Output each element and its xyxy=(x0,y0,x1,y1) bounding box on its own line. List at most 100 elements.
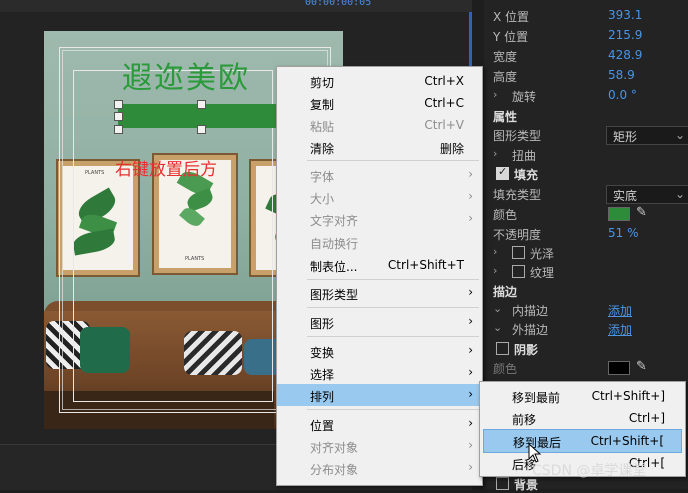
row-twist: › 扭曲 xyxy=(484,145,688,164)
top-toolbar: 00:00:00:05 xyxy=(0,0,472,12)
shadow-header: 阴影 xyxy=(514,343,539,357)
resize-handle[interactable] xyxy=(114,112,123,121)
menu-item-transform[interactable]: 变换 › xyxy=(277,340,482,362)
x-position-value[interactable]: 393.1 xyxy=(608,8,642,22)
shadow-checkbox[interactable] xyxy=(496,342,509,355)
chevron-down-icon: ⌄ xyxy=(674,187,685,201)
menu-item-shortcut: Ctrl+X xyxy=(424,74,464,88)
width-value[interactable]: 428.9 xyxy=(608,48,642,62)
menu-item-font[interactable]: 字体 › xyxy=(277,164,482,186)
hint-text[interactable]: 右键放置后方 xyxy=(115,155,217,180)
menu-item-word-wrap[interactable]: 自动换行 xyxy=(277,231,482,253)
submenu-item-bring-forward[interactable]: 前移 Ctrl+] xyxy=(480,407,685,429)
menu-item-select[interactable]: 选择 › xyxy=(277,362,482,384)
menu-item-label: 图形类型 xyxy=(310,288,359,302)
fill-checkbox[interactable] xyxy=(496,165,509,180)
shadow-color-label: 颜色 xyxy=(493,362,518,376)
background-checkbox[interactable] xyxy=(496,477,509,490)
chevron-down-icon: ⌄ xyxy=(674,128,685,142)
chevron-down-icon[interactable]: ⌄ xyxy=(493,321,502,334)
texture-checkbox[interactable] xyxy=(512,265,525,278)
menu-item-copy[interactable]: 复制 Ctrl+C xyxy=(277,92,482,114)
row-shadow-color: 颜色 ✎ xyxy=(484,358,688,377)
fill-type-value: 实底 xyxy=(613,189,638,203)
menu-item-label: 剪切 xyxy=(310,76,335,90)
menu-item-distribute-objects[interactable]: 分布对象 › xyxy=(277,457,482,479)
y-position-label: Y 位置 xyxy=(493,30,529,44)
chevron-right-icon: › xyxy=(468,387,473,401)
chevron-right-icon[interactable]: › xyxy=(493,147,497,160)
row-opacity: 不透明度 51 % xyxy=(484,224,688,243)
menu-item-label: 文字对齐 xyxy=(310,214,359,228)
menu-item-clear[interactable]: 清除 删除 xyxy=(277,136,482,158)
stroke-header: 描边 xyxy=(493,285,518,299)
height-value[interactable]: 58.9 xyxy=(608,68,635,82)
chevron-right-icon[interactable]: › xyxy=(493,88,497,101)
chevron-right-icon: › xyxy=(468,460,473,474)
menu-item-paste[interactable]: 粘贴 Ctrl+V xyxy=(277,114,482,136)
rotation-value[interactable]: 0.0 ° xyxy=(608,88,637,102)
menu-item-shape-type[interactable]: 图形类型 › xyxy=(277,282,482,304)
menu-item-shortcut: Ctrl+Shift+T xyxy=(387,258,464,272)
menu-item-label: 清除 xyxy=(310,142,335,156)
menu-item-label: 选择 xyxy=(310,368,335,382)
resize-handle[interactable] xyxy=(197,125,206,134)
eyedropper-icon[interactable]: ✎ xyxy=(636,359,647,374)
title-text[interactable]: 遐迩美欧 xyxy=(122,53,250,97)
menu-item-size[interactable]: 大小 › xyxy=(277,186,482,208)
fill-type-dropdown[interactable]: 实底 ⌄ xyxy=(606,185,688,204)
menu-item-cut[interactable]: 剪切 Ctrl+X xyxy=(277,70,482,92)
eyedropper-icon[interactable]: ✎ xyxy=(636,205,647,220)
row-x-position: X 位置 393.1 xyxy=(484,6,688,25)
menu-item-align-objects[interactable]: 对齐对象 › xyxy=(277,435,482,457)
chevron-right-icon: › xyxy=(468,285,473,299)
texture-label: 纹理 xyxy=(530,266,555,280)
row-rotation: › 旋转 0.0 ° xyxy=(484,86,688,105)
menu-item-shortcut: Ctrl+C xyxy=(424,96,464,110)
chevron-right-icon[interactable]: › xyxy=(493,264,497,277)
menu-item-arrange[interactable]: 排列 › xyxy=(277,384,482,406)
menu-item-label: 复制 xyxy=(310,98,335,112)
submenu-item-bring-to-front[interactable]: 移到最前 Ctrl+Shift+] xyxy=(480,385,685,407)
menu-item-label: 自动换行 xyxy=(310,237,359,251)
menu-item-text-align[interactable]: 文字对齐 › xyxy=(277,208,482,230)
fill-color-swatch[interactable] xyxy=(608,207,630,221)
add-outer-stroke-link[interactable]: 添加 xyxy=(608,321,632,338)
menu-item-tab-stops[interactable]: 制表位... Ctrl+Shift+T xyxy=(277,254,482,276)
menu-item-shortcut: Ctrl+Shift+] xyxy=(591,389,665,403)
row-y-position: Y 位置 215.9 xyxy=(484,26,688,45)
y-position-value[interactable]: 215.9 xyxy=(608,28,642,42)
menu-item-label: 变换 xyxy=(310,346,335,360)
opacity-value[interactable]: 51 % xyxy=(608,226,639,240)
chevron-right-icon[interactable]: › xyxy=(493,245,497,258)
row-stroke-header: 描边 xyxy=(484,281,688,300)
properties-header: 属性 xyxy=(493,110,518,124)
menu-separator xyxy=(307,307,479,308)
resize-handle[interactable] xyxy=(197,100,206,109)
submenu-item-send-to-back[interactable]: 移到最后 Ctrl+Shift+[ xyxy=(483,429,682,453)
row-texture: › 纹理 xyxy=(484,262,688,281)
menu-item-graphic[interactable]: 图形 › xyxy=(277,311,482,333)
resize-handle[interactable] xyxy=(114,125,123,134)
row-gloss: › 光泽 xyxy=(484,243,688,262)
shape-type-dropdown[interactable]: 矩形 ⌄ xyxy=(606,126,688,145)
chevron-down-icon[interactable]: ⌄ xyxy=(493,302,502,315)
chevron-right-icon: › xyxy=(468,211,473,225)
chevron-right-icon: › xyxy=(468,438,473,452)
row-shadow-header: 阴影 xyxy=(484,339,688,358)
row-fill-color: 颜色 ✎ xyxy=(484,204,688,223)
row-inner-stroke: ⌄ 内描边 添加 xyxy=(484,300,688,319)
gloss-checkbox[interactable] xyxy=(512,246,525,259)
resize-handle[interactable] xyxy=(114,100,123,109)
add-inner-stroke-link[interactable]: 添加 xyxy=(608,302,632,319)
menu-item-label: 移到最前 xyxy=(512,391,561,405)
row-fill-header: 填充 xyxy=(484,164,688,183)
twist-label: 扭曲 xyxy=(512,149,537,163)
menu-item-label: 对齐对象 xyxy=(310,441,359,455)
row-shape-type: 图形类型 矩形 ⌄ xyxy=(484,125,688,145)
shadow-color-swatch[interactable] xyxy=(608,361,630,375)
menu-item-label: 图形 xyxy=(310,317,335,331)
menu-item-position[interactable]: 位置 › xyxy=(277,413,482,435)
menu-item-label: 大小 xyxy=(310,192,335,206)
chevron-right-icon: › xyxy=(468,343,473,357)
